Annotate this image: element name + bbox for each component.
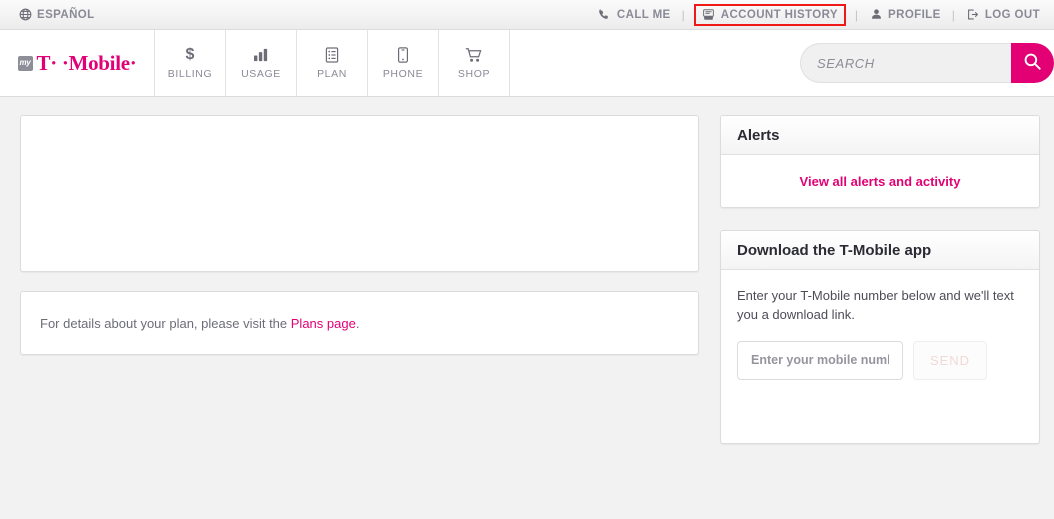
plans-page-link[interactable]: Plans page [291, 316, 356, 331]
phone-icon [598, 8, 612, 22]
bar-chart-icon [253, 46, 270, 63]
plan-note-text-after: . [355, 315, 360, 331]
alerts-panel-body: View all alerts and activity [721, 155, 1039, 207]
alerts-panel-header: Alerts [721, 116, 1039, 155]
download-app-form: SEND [737, 340, 1023, 380]
page-body: For details about your plan, please visi… [0, 97, 1054, 444]
download-app-panel: Download the T-Mobile app Enter your T-M… [720, 230, 1040, 444]
profile-link[interactable]: PROFILE [865, 5, 945, 25]
nav-label-usage: USAGE [241, 68, 281, 80]
utility-bar: ESPAÑOL CALL ME | ACCOUNT HISTORY | PROF… [0, 0, 1054, 30]
log-out-label: LOG OUT [984, 8, 1040, 21]
document-icon [325, 46, 339, 63]
account-history-link[interactable]: ACCOUNT HISTORY [693, 3, 846, 26]
nav-label-plan: PLAN [317, 68, 347, 80]
tmobile-logo[interactable]: my T· ·Mobile· [0, 30, 155, 96]
mobile-number-input[interactable] [737, 340, 903, 380]
plan-note-card: For details about your plan, please visi… [20, 291, 699, 355]
view-all-alerts-link[interactable]: View all alerts and activity [800, 174, 961, 189]
phone-device-icon [397, 46, 409, 63]
alerts-panel-title: Alerts [737, 126, 780, 144]
utility-separator-2: | [854, 7, 859, 22]
my-badge-icon: my [17, 55, 33, 71]
espanol-link[interactable]: ESPAÑOL [14, 5, 99, 25]
dollar-icon: $ [185, 45, 195, 63]
download-app-panel-body: Enter your T-Mobile number below and we'… [721, 270, 1039, 443]
profile-label: PROFILE [888, 8, 941, 21]
plan-note-text-before: For details about your plan, please visi… [40, 315, 291, 331]
search-box [800, 43, 1054, 83]
espanol-label: ESPAÑOL [37, 8, 95, 21]
call-me-link[interactable]: CALL ME [594, 5, 675, 25]
alerts-panel: Alerts View all alerts and activity [720, 115, 1040, 208]
nav-item-shop[interactable]: SHOP [439, 30, 510, 96]
download-app-copy: Enter your T-Mobile number below and we'… [737, 288, 1014, 322]
search-input[interactable] [800, 43, 1011, 83]
utility-bar-left: ESPAÑOL [14, 0, 99, 29]
globe-icon [18, 8, 32, 22]
nav-item-plan[interactable]: PLAN [297, 30, 368, 96]
main-column: For details about your plan, please visi… [20, 115, 699, 355]
log-out-link[interactable]: LOG OUT [962, 5, 1044, 25]
nav-item-phone[interactable]: PHONE [368, 30, 439, 96]
user-icon [869, 8, 883, 22]
download-app-panel-title: Download the T-Mobile app [737, 241, 932, 259]
main-navigation: my T· ·Mobile· $ BILLING USAGE PLAN PHON… [0, 30, 1054, 97]
logo-wrap: my T· ·Mobile· [17, 50, 137, 76]
logout-icon [966, 8, 980, 22]
plan-note-text: For details about your plan, please visi… [40, 316, 359, 331]
call-me-label: CALL ME [616, 8, 671, 21]
utility-separator-1: | [681, 7, 685, 22]
nav-item-billing[interactable]: $ BILLING [155, 30, 226, 96]
download-app-panel-header: Download the T-Mobile app [721, 231, 1039, 270]
nav-label-phone: PHONE [382, 68, 424, 80]
nav-item-usage[interactable]: USAGE [226, 30, 297, 96]
search-button[interactable] [1011, 43, 1054, 83]
send-button[interactable]: SEND [913, 340, 987, 380]
sidebar-column: Alerts View all alerts and activity Down… [720, 115, 1040, 444]
utility-bar-right: CALL ME | ACCOUNT HISTORY | PROFILE | LO… [594, 0, 1044, 29]
shopping-cart-icon [465, 46, 483, 63]
utility-separator-3: | [951, 7, 955, 22]
account-history-icon [702, 8, 716, 22]
search-cell [800, 30, 1054, 96]
logo-wordmark: T· ·Mobile· [36, 50, 137, 75]
account-history-label: ACCOUNT HISTORY [720, 8, 838, 21]
plan-summary-card [20, 115, 699, 272]
nav-label-shop: SHOP [457, 68, 491, 80]
search-icon [1023, 52, 1042, 74]
nav-label-billing: BILLING [167, 68, 213, 80]
